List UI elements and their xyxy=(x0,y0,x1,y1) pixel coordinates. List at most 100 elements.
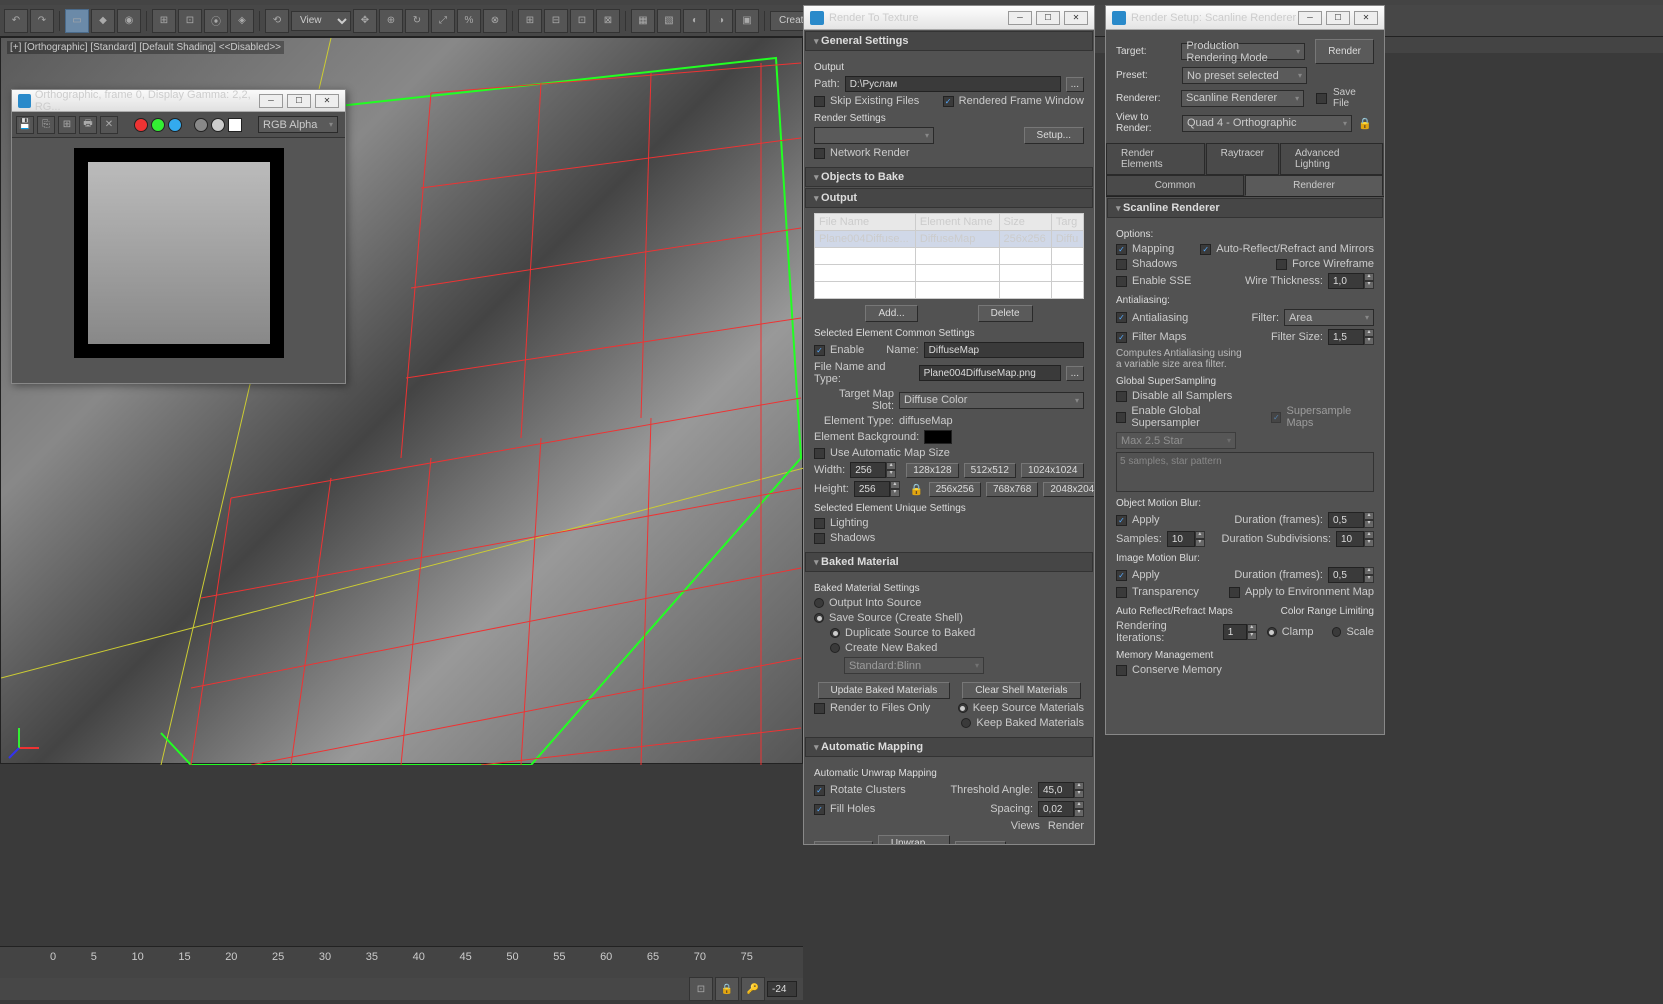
tool-icon[interactable]: ⊕ xyxy=(379,9,403,33)
keep-baked-radio[interactable] xyxy=(961,718,971,728)
tab-adv-lighting[interactable]: Advanced Lighting xyxy=(1280,143,1383,175)
channel-red-icon[interactable] xyxy=(134,118,148,132)
keep-source-radio[interactable] xyxy=(958,703,968,713)
clone-icon[interactable]: ⊞ xyxy=(58,116,76,134)
minimize-icon[interactable]: ─ xyxy=(1298,11,1322,25)
close-button[interactable]: Close xyxy=(955,841,1007,845)
path-input[interactable] xyxy=(845,76,1061,92)
tool-redo-icon[interactable]: ↷ xyxy=(30,9,54,33)
save-file-checkbox[interactable] xyxy=(1316,93,1327,104)
imb-duration-input[interactable] xyxy=(1328,567,1364,583)
channel-green-icon[interactable] xyxy=(151,118,165,132)
size-256-button[interactable]: 256x256 xyxy=(929,482,981,497)
size-2048-button[interactable]: 2048x2048 xyxy=(1043,482,1094,497)
enable-checkbox[interactable]: ✓ xyxy=(814,345,825,356)
size-1024-button[interactable]: 1024x1024 xyxy=(1021,463,1085,478)
shadows-checkbox[interactable] xyxy=(814,533,825,544)
tool-icon[interactable]: ◆ xyxy=(91,9,115,33)
tool-icon[interactable]: ⊞ xyxy=(152,9,176,33)
target-drop[interactable]: Production Rendering Mode xyxy=(1181,43,1305,60)
size-128-button[interactable]: 128x128 xyxy=(906,463,958,478)
rollout-automap[interactable]: Automatic Mapping xyxy=(805,737,1093,757)
bg-swatch[interactable] xyxy=(924,430,952,444)
render-button[interactable]: Render xyxy=(814,841,873,845)
rs-title[interactable]: Render Setup: Scanline Renderer ─☐✕ xyxy=(1106,6,1384,30)
add-button[interactable]: Add... xyxy=(865,305,917,322)
swatch-icon[interactable] xyxy=(228,118,242,132)
sse-checkbox[interactable] xyxy=(1116,276,1127,287)
browse-button[interactable]: ... xyxy=(1066,77,1084,92)
duration-input[interactable] xyxy=(1328,512,1364,528)
rollout-scanline[interactable]: Scanline Renderer xyxy=(1107,198,1383,218)
size-512-button[interactable]: 512x512 xyxy=(964,463,1016,478)
setup-button[interactable]: Setup... xyxy=(1024,127,1084,144)
timeline[interactable]: 051015202530354045505560657075 xyxy=(0,946,803,978)
tool-icon[interactable]: ⦿ xyxy=(204,9,228,33)
print-icon[interactable]: 🖶 xyxy=(79,116,97,134)
height-input[interactable] xyxy=(854,481,890,497)
renderer-drop[interactable]: Scanline Renderer xyxy=(1181,90,1304,107)
aa-checkbox[interactable]: ✓ xyxy=(1116,312,1127,323)
maximize-icon[interactable]: ☐ xyxy=(1036,11,1060,25)
tool-icon[interactable]: ◈ xyxy=(230,9,254,33)
output-table[interactable]: File NameElement NameSizeTarg Plane004Di… xyxy=(814,213,1084,299)
minimize-icon[interactable]: ─ xyxy=(1008,11,1032,25)
auto-reflect-checkbox[interactable]: ✓ xyxy=(1200,244,1211,255)
minimize-icon[interactable]: ─ xyxy=(259,94,283,108)
clear-icon[interactable]: ✕ xyxy=(100,116,118,134)
omb-apply-checkbox[interactable]: ✓ xyxy=(1116,515,1127,526)
filename-input[interactable] xyxy=(919,365,1061,381)
close-icon[interactable]: ✕ xyxy=(1064,11,1088,25)
tool-icon[interactable]: % xyxy=(457,9,481,33)
lock-icon[interactable]: 🔒 xyxy=(715,977,739,1001)
filter-maps-checkbox[interactable]: ✓ xyxy=(1116,332,1127,343)
rotate-checkbox[interactable]: ✓ xyxy=(814,785,825,796)
wire-input[interactable] xyxy=(1328,273,1364,289)
output-source-radio[interactable] xyxy=(814,598,824,608)
width-input[interactable] xyxy=(850,462,886,478)
tool-icon[interactable]: ⤢ xyxy=(431,9,455,33)
tool-icon[interactable]: ⊠ xyxy=(596,9,620,33)
snap-icon[interactable]: ⊡ xyxy=(689,977,713,1001)
network-checkbox[interactable] xyxy=(814,148,825,159)
clear-shell-button[interactable]: Clear Shell Materials xyxy=(962,682,1080,699)
filter-drop[interactable]: Area xyxy=(1284,309,1374,326)
tool-icon[interactable]: ✥ xyxy=(353,9,377,33)
imb-apply-checkbox[interactable]: ✓ xyxy=(1116,570,1127,581)
fill-checkbox[interactable]: ✓ xyxy=(814,804,825,815)
conserve-checkbox[interactable] xyxy=(1116,665,1127,676)
tool-icon[interactable]: ⊞ xyxy=(518,9,542,33)
tool-icon[interactable]: ⊡ xyxy=(178,9,202,33)
table-row[interactable]: Plane004Diffuse...DiffuseMap256x256Diffu xyxy=(815,231,1084,248)
delete-button[interactable]: Delete xyxy=(978,305,1033,322)
render-button[interactable]: Render xyxy=(1315,39,1374,64)
target-map-drop[interactable]: Diffuse Color xyxy=(899,392,1084,409)
rollout-general[interactable]: General Settings xyxy=(805,31,1093,51)
apply-env-checkbox[interactable] xyxy=(1229,587,1240,598)
lock-icon[interactable]: 🔒 xyxy=(910,483,924,496)
render-frame-checkbox[interactable]: ✓ xyxy=(943,96,954,107)
threshold-input[interactable] xyxy=(1038,782,1074,798)
tool-undo-icon[interactable]: ↶ xyxy=(4,9,28,33)
save-icon[interactable]: 💾 xyxy=(16,116,34,134)
frame-window-title[interactable]: Orthographic, frame 0, Display Gamma: 2,… xyxy=(12,90,345,112)
tab-common[interactable]: Common xyxy=(1106,175,1244,196)
shadows-checkbox[interactable] xyxy=(1116,259,1127,270)
tool-icon[interactable]: ◐ xyxy=(683,9,707,33)
tool-icon[interactable]: ↻ xyxy=(405,9,429,33)
render-files-checkbox[interactable] xyxy=(814,703,825,714)
dup-baked-radio[interactable] xyxy=(830,628,840,638)
tool-icon[interactable]: ▧ xyxy=(657,9,681,33)
create-baked-radio[interactable] xyxy=(830,643,840,653)
tool-icon[interactable]: ◑ xyxy=(709,9,733,33)
channel-select[interactable]: RGB Alpha xyxy=(258,116,338,133)
channel-blue-icon[interactable] xyxy=(168,118,182,132)
rollout-output[interactable]: Output xyxy=(805,188,1093,208)
channel-alpha-icon[interactable] xyxy=(194,118,208,132)
update-baked-button[interactable]: Update Baked Materials xyxy=(818,682,951,699)
rend-iter-input[interactable] xyxy=(1223,624,1247,640)
tool-icon[interactable]: ⟲ xyxy=(265,9,289,33)
transp-checkbox[interactable] xyxy=(1116,587,1127,598)
wireframe-checkbox[interactable] xyxy=(1276,259,1287,270)
tool-icon[interactable]: ⊡ xyxy=(570,9,594,33)
